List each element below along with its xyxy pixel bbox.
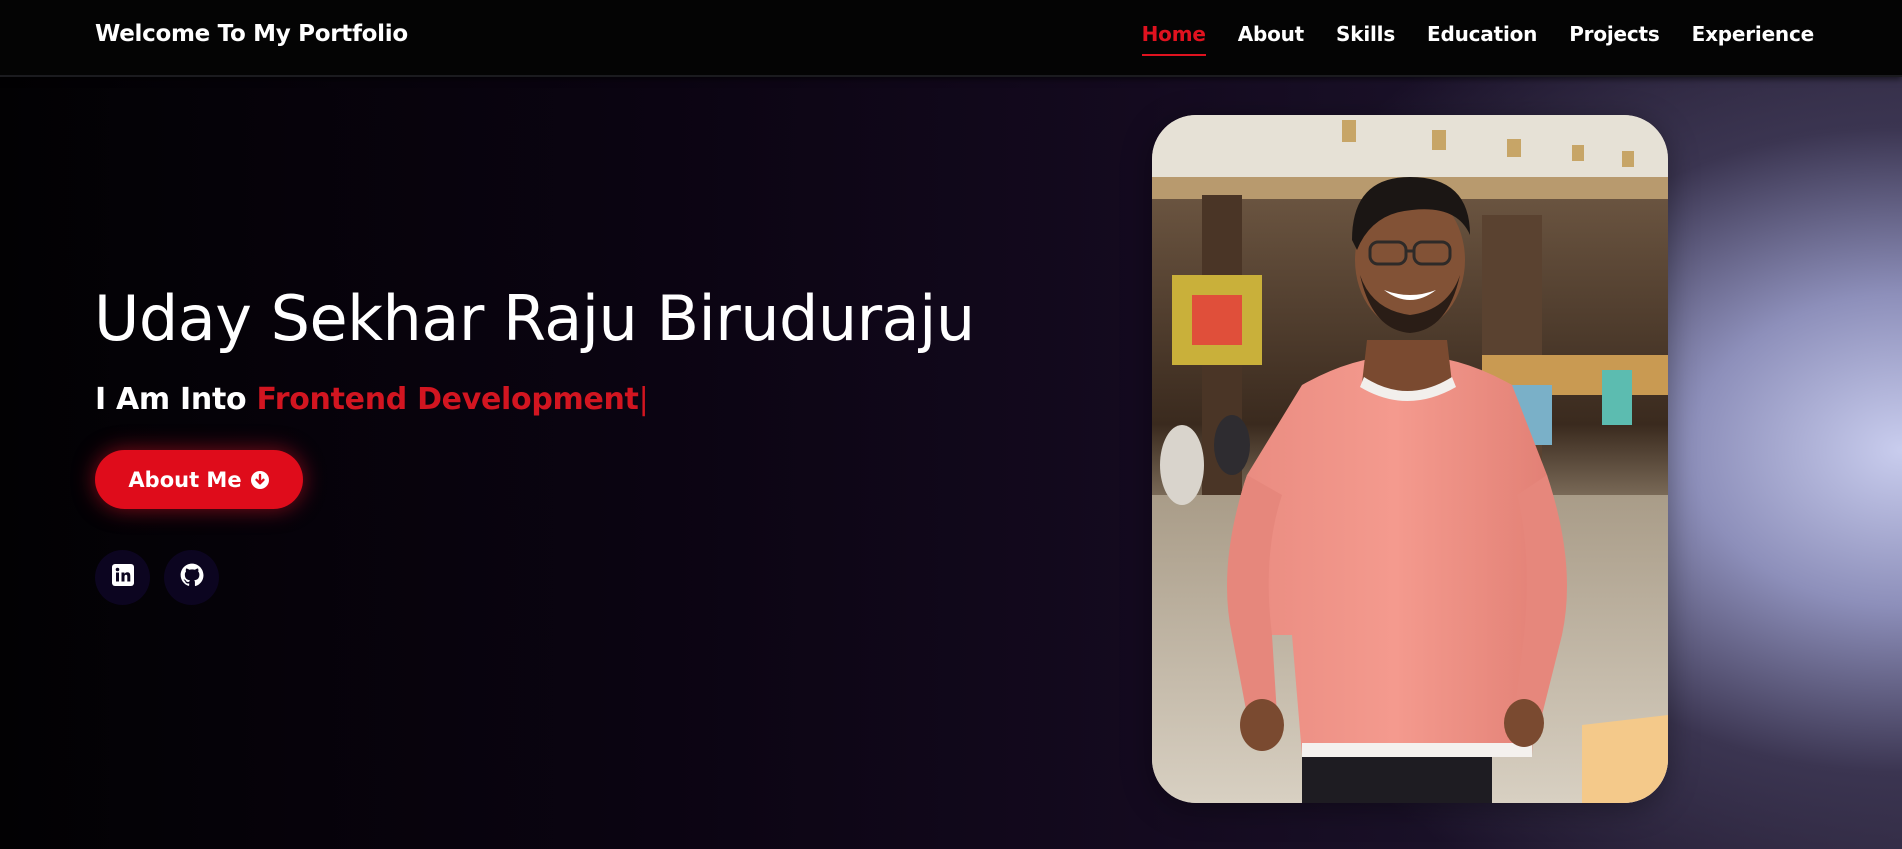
github-link[interactable] <box>164 550 219 605</box>
about-me-button-label: About Me <box>128 467 242 492</box>
profile-photo-illustration <box>1152 115 1668 803</box>
typed-role-text: Frontend Development <box>256 382 639 417</box>
nav-skills[interactable]: Skills <box>1336 22 1395 56</box>
about-me-button[interactable]: About Me <box>95 450 303 509</box>
nav-education[interactable]: Education <box>1427 22 1537 56</box>
github-icon <box>179 562 205 593</box>
hero-subtitle: I Am Into Frontend Development| <box>95 382 649 417</box>
linkedin-link[interactable] <box>95 550 150 605</box>
arrow-circle-down-icon <box>250 470 270 490</box>
nav-home[interactable]: Home <box>1141 22 1206 56</box>
nav-experience[interactable]: Experience <box>1692 22 1815 56</box>
social-links <box>95 550 219 605</box>
nav-about[interactable]: About <box>1238 22 1305 56</box>
hero-name: Uday Sekhar Raju Biruduraju <box>94 282 975 355</box>
profile-photo <box>1152 115 1668 803</box>
brand-title[interactable]: Welcome To My Portfolio <box>95 21 408 47</box>
navbar: Welcome To My Portfolio Home About Skill… <box>0 0 1902 77</box>
portfolio-page: Welcome To My Portfolio Home About Skill… <box>0 0 1902 849</box>
main-nav: Home About Skills Education Projects Exp… <box>1141 22 1815 56</box>
subtitle-prefix: I Am Into <box>95 382 247 417</box>
nav-projects[interactable]: Projects <box>1569 22 1660 56</box>
typing-caret: | <box>638 382 649 417</box>
linkedin-icon <box>111 563 135 592</box>
